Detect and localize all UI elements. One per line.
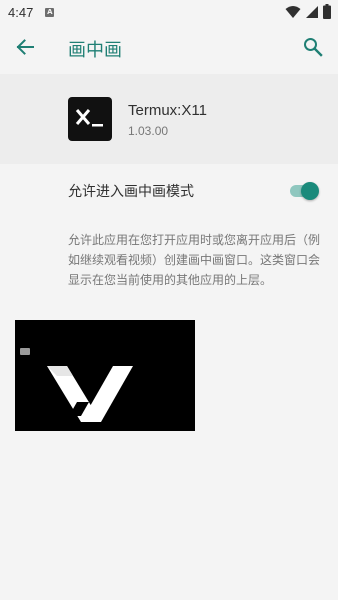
status-icons bbox=[285, 4, 331, 23]
app-bar: 画中画 bbox=[0, 24, 338, 74]
page-title: 画中画 bbox=[68, 40, 122, 61]
x11-logo-icon bbox=[47, 362, 135, 426]
status-bar: 4:47 A bbox=[0, 0, 338, 24]
status-time: 4:47 bbox=[8, 4, 34, 20]
app-icon bbox=[68, 97, 112, 141]
pip-description: 允许此应用在您打开应用时或您离开应用后（例如继续观看视频）创建画中画窗口。这类窗… bbox=[68, 233, 321, 287]
pip-setting-row[interactable]: 允许进入画中画模式 bbox=[0, 164, 338, 218]
app-name: Termux:X11 bbox=[128, 102, 207, 119]
signal-icon bbox=[305, 4, 319, 23]
pip-badge-icon bbox=[20, 348, 30, 355]
battery-icon bbox=[323, 4, 331, 23]
pip-illustration bbox=[15, 320, 195, 431]
app-version: 1.03.00 bbox=[128, 124, 169, 138]
search-icon bbox=[303, 37, 323, 61]
app-header: Termux:X11 1.03.00 bbox=[0, 74, 338, 164]
notification-icon: A bbox=[45, 7, 55, 17]
search-button[interactable] bbox=[298, 34, 328, 64]
wifi-icon bbox=[285, 4, 301, 23]
back-button[interactable] bbox=[10, 34, 40, 64]
toggle-thumb bbox=[301, 182, 319, 200]
pip-toggle-switch[interactable] bbox=[288, 182, 320, 200]
arrow-back-icon bbox=[15, 37, 35, 61]
pip-setting-label: 允许进入画中画模式 bbox=[68, 184, 194, 200]
